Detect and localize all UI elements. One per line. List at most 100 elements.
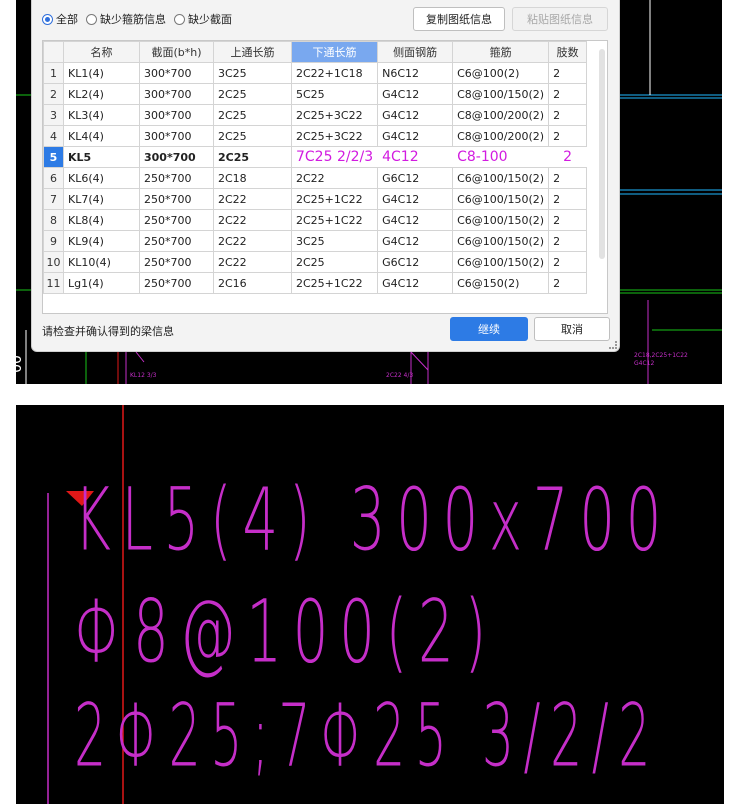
table-row[interactable]: 3 KL3(4) 300*700 2C25 2C25+3C22 G4C12 C8… (43, 104, 588, 126)
table-cell[interactable]: 3C25 (290, 230, 379, 252)
table-cell[interactable]: C6@100/150(2) (452, 167, 550, 189)
table-cell[interactable]: 300*700 (139, 83, 214, 105)
cancel-button[interactable]: 取消 (534, 317, 610, 341)
table-cell[interactable]: KL8(4) (63, 209, 140, 231)
table-cell[interactable]: 2C22 (213, 188, 292, 210)
filter-missing-section-radio[interactable]: 缺少截面 (174, 11, 232, 27)
table-row[interactable]: 10 KL10(4) 250*700 2C22 2C25 G6C12 C6@10… (43, 251, 588, 273)
table-cell[interactable]: C8@100/200(2) (452, 104, 550, 126)
table-row[interactable]: 7 KL7(4) 250*700 2C22 2C25+1C22 G4C12 C6… (43, 188, 588, 210)
table-cell[interactable]: KL5 (63, 146, 140, 168)
filter-all-radio[interactable]: 全部 (42, 11, 78, 27)
table-cell[interactable]: G4C12 (377, 230, 454, 252)
table-cell[interactable]: 2 (548, 167, 588, 189)
table-cell[interactable]: KL10(4) (63, 251, 140, 273)
table-cell[interactable]: C8@100/200(2) (452, 125, 550, 147)
copy-drawing-info-button[interactable]: 复制图纸信息 (413, 7, 505, 31)
table-cell[interactable]: KL3(4) (63, 104, 140, 126)
table-cell[interactable]: C6@100/150(2) (452, 230, 550, 252)
table-cell-edited[interactable]: C8-100 (452, 146, 550, 168)
table-cell[interactable]: KL6(4) (63, 167, 140, 189)
continue-button[interactable]: 继续 (450, 317, 528, 341)
table-cell[interactable]: 250*700 (139, 272, 214, 294)
table-cell[interactable]: 250*700 (139, 188, 214, 210)
table-cell[interactable]: 2C25 (290, 251, 379, 273)
table-cell[interactable]: N6C12 (377, 62, 454, 84)
table-cell[interactable]: 2C18 (213, 167, 292, 189)
table-cell[interactable]: 250*700 (139, 167, 214, 189)
table-cell-edited[interactable]: 7C25 2/2/3 (290, 146, 379, 168)
column-header-side-bar[interactable]: 侧面钢筋 (377, 41, 454, 63)
table-cell[interactable]: G4C12 (377, 83, 454, 105)
table-cell[interactable]: KL2(4) (63, 83, 140, 105)
table-cell[interactable]: 2C25 (213, 146, 292, 168)
table-cell[interactable]: 2C25+3C22 (290, 125, 379, 147)
table-cell[interactable]: C6@100/150(2) (452, 209, 550, 231)
table-cell[interactable]: C6@100(2) (452, 62, 550, 84)
table-cell[interactable]: Lg1(4) (63, 272, 140, 294)
table-cell[interactable]: 2 (548, 62, 588, 84)
column-header-legs[interactable]: 肢数 (548, 41, 588, 63)
table-cell[interactable]: 2C25+3C22 (290, 104, 379, 126)
table-cell[interactable]: G4C12 (377, 272, 454, 294)
table-cell[interactable]: 250*700 (139, 209, 214, 231)
table-cell[interactable]: 2C22 (290, 167, 379, 189)
table-cell[interactable]: 2 (548, 230, 588, 252)
table-cell[interactable]: G4C12 (377, 188, 454, 210)
table-cell[interactable]: 2C25 (213, 125, 292, 147)
table-cell[interactable]: 2C25+1C22 (290, 272, 379, 294)
table-cell[interactable]: 2C22 (213, 230, 292, 252)
table-cell[interactable]: 2C22+1C18 (290, 62, 379, 84)
table-cell[interactable]: C6@100/150(2) (452, 251, 550, 273)
table-cell[interactable]: 3C25 (213, 62, 292, 84)
table-cell[interactable]: 250*700 (139, 230, 214, 252)
table-row[interactable]: 6 KL6(4) 250*700 2C18 2C22 G6C12 C6@100/… (43, 167, 588, 189)
column-header-name[interactable]: 名称 (63, 41, 140, 63)
table-cell[interactable]: 2 (548, 188, 588, 210)
column-header-section[interactable]: 截面(b*h) (139, 41, 214, 63)
table-row[interactable]: 11 Lg1(4) 250*700 2C16 2C25+1C22 G4C12 C… (43, 272, 588, 294)
table-cell[interactable]: 300*700 (139, 146, 214, 168)
table-cell[interactable]: 2C25 (213, 83, 292, 105)
table-cell[interactable]: 2 (548, 83, 588, 105)
table-row[interactable]: 2 KL2(4) 300*700 2C25 5C25 G4C12 C8@100/… (43, 83, 588, 105)
table-cell[interactable]: 2 (548, 272, 588, 294)
table-cell[interactable]: 2C22 (213, 209, 292, 231)
paste-drawing-info-button[interactable]: 粘贴图纸信息 (512, 7, 608, 31)
table-cell[interactable]: G4C12 (377, 125, 454, 147)
table-cell[interactable]: G4C12 (377, 209, 454, 231)
table-cell[interactable]: G6C12 (377, 167, 454, 189)
table-cell[interactable]: 2C16 (213, 272, 292, 294)
resize-grip-icon[interactable] (609, 341, 617, 349)
cad-canvas-zoom[interactable]: KL5(4) 300x700 Φ8@100(2) 2Φ25;7Φ25 3/2/2 (16, 405, 724, 804)
table-row[interactable]: 9 KL9(4) 250*700 2C22 3C25 G4C12 C6@100/… (43, 230, 588, 252)
column-header-stirrup[interactable]: 箍筋 (452, 41, 550, 63)
table-cell[interactable]: 2 (548, 125, 588, 147)
table-cell[interactable]: G6C12 (377, 251, 454, 273)
table-cell[interactable]: 300*700 (139, 104, 214, 126)
table-cell[interactable]: 300*700 (139, 62, 214, 84)
table-cell[interactable]: 2C25+1C22 (290, 188, 379, 210)
table-cell[interactable]: 2 (548, 209, 588, 231)
column-header-bottom-bar[interactable]: 下通长筋 (290, 41, 379, 63)
table-cell[interactable]: 2C25+1C22 (290, 209, 379, 231)
table-cell-edited[interactable]: 2 (548, 146, 588, 168)
table-row-selected[interactable]: 5 KL5 300*700 2C25 7C25 2/2/3 4C12 C8-10… (43, 146, 588, 168)
table-row[interactable]: 4 KL4(4) 300*700 2C25 2C25+3C22 G4C12 C8… (43, 125, 588, 147)
filter-missing-stirrup-radio[interactable]: 缺少箍筋信息 (86, 11, 166, 27)
table-cell[interactable]: 250*700 (139, 251, 214, 273)
table-cell[interactable]: 300*700 (139, 125, 214, 147)
table-cell[interactable]: 5C25 (290, 83, 379, 105)
table-cell[interactable]: KL4(4) (63, 125, 140, 147)
table-cell[interactable]: C6@150(2) (452, 272, 550, 294)
table-cell[interactable]: 2 (548, 251, 588, 273)
table-cell[interactable]: KL1(4) (63, 62, 140, 84)
table-cell[interactable]: KL7(4) (63, 188, 140, 210)
table-cell[interactable]: 2 (548, 104, 588, 126)
table-cell[interactable]: C8@100/150(2) (452, 83, 550, 105)
table-cell-edited[interactable]: 4C12 (377, 146, 454, 168)
table-row[interactable]: 8 KL8(4) 250*700 2C22 2C25+1C22 G4C12 C6… (43, 209, 588, 231)
table-cell[interactable]: KL9(4) (63, 230, 140, 252)
table-cell[interactable]: C6@100/150(2) (452, 188, 550, 210)
table-cell[interactable]: G4C12 (377, 104, 454, 126)
